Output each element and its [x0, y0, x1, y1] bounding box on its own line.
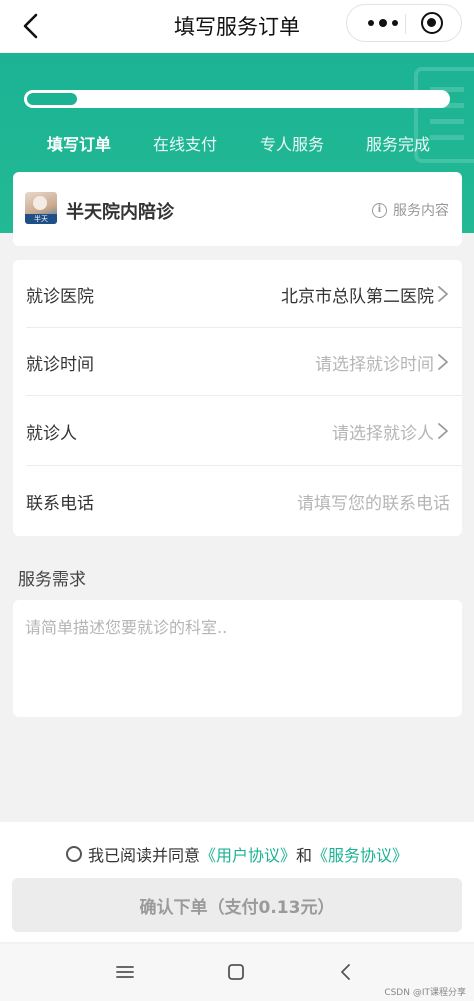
chevron-right-icon	[436, 352, 450, 372]
progress-fill	[27, 93, 77, 105]
patient-label: 就诊人	[26, 424, 77, 444]
demand-textarea[interactable]	[13, 600, 462, 717]
agreement-prefix: 我已阅读并同意	[87, 846, 200, 865]
step-dedicated-service: 专人服务	[260, 135, 325, 154]
chevron-right-icon	[436, 421, 450, 441]
user-agreement-link[interactable]: 《用户协议》	[200, 842, 296, 866]
capsule-divider	[405, 14, 406, 34]
target-circle-icon[interactable]	[421, 12, 443, 34]
service-agreement-link[interactable]: 《服务协议》	[312, 842, 408, 866]
agreement-and: 和	[296, 846, 313, 865]
phone-label: 联系电话	[26, 494, 94, 514]
service-logo: 半天	[25, 192, 57, 224]
back-chevron-icon[interactable]	[334, 960, 358, 984]
hospital-value: 北京市总队第二医院	[281, 287, 434, 307]
watermark: CSDN @IT课程分享	[384, 988, 466, 998]
miniprogram-capsule	[346, 4, 462, 42]
patient-value: 请选择就诊人	[332, 424, 434, 444]
step-service-complete: 服务完成	[366, 135, 431, 154]
navigation-bar: 填写服务订单	[0, 0, 474, 52]
phone-field[interactable]: 请填写您的联系电话	[297, 489, 450, 514]
demand-card	[13, 600, 462, 717]
home-square-icon[interactable]	[224, 960, 248, 984]
form-row-phone[interactable]: 联系电话 请填写您的联系电话	[13, 467, 462, 535]
step-fill-order: 填写订单	[47, 135, 112, 154]
row-divider	[26, 465, 462, 466]
hospital-label: 就诊医院	[26, 287, 94, 307]
form-row-patient[interactable]: 就诊人 请选择就诊人	[13, 397, 462, 465]
visit-time-label: 就诊时间	[26, 355, 94, 375]
visit-time-value: 请选择就诊时间	[315, 355, 434, 375]
service-content-link[interactable]: i 服务内容	[372, 200, 449, 220]
progress-bar	[24, 90, 450, 108]
menu-lines-icon[interactable]	[113, 960, 137, 984]
agreement-row: 我已阅读并同意 《用户协议》 和 《服务协议》	[0, 842, 474, 866]
order-form: 就诊医院 北京市总队第二医院 就诊时间 请选择就诊时间 就诊人 请选择就诊人 联…	[13, 260, 462, 536]
demand-title: 服务需求	[18, 570, 86, 590]
confirm-order-button[interactable]: 确认下单（支付0.13元）	[12, 878, 462, 932]
service-name: 半天院内陪诊	[66, 202, 174, 223]
info-circle-icon: i	[372, 202, 387, 218]
row-divider	[26, 395, 462, 396]
service-content-label: 服务内容	[393, 203, 449, 219]
more-dots-icon[interactable]	[361, 5, 405, 41]
chevron-right-icon	[436, 284, 450, 304]
form-row-visit-time[interactable]: 就诊时间 请选择就诊时间	[13, 328, 462, 396]
form-row-hospital[interactable]: 就诊医院 北京市总队第二医院	[13, 260, 462, 328]
progress-steps: 填写订单 在线支付 专人服务 服务完成	[0, 131, 474, 159]
step-online-pay: 在线支付	[153, 135, 218, 154]
system-navigation-bar: CSDN @IT课程分享	[0, 944, 474, 1001]
service-logo-tag: 半天	[25, 214, 57, 224]
agree-radio[interactable]	[65, 846, 82, 862]
bottom-bar: 我已阅读并同意 《用户协议》 和 《服务协议》 确认下单（支付0.13元）	[0, 822, 474, 942]
service-card: 半天 半天院内陪诊 i 服务内容	[13, 172, 462, 246]
